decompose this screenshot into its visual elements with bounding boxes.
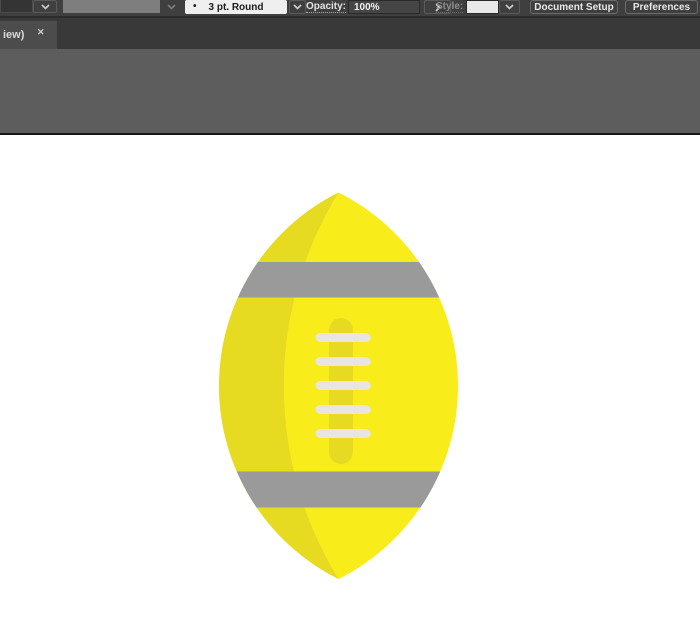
preferences-button[interactable]: Preferences	[625, 0, 698, 14]
football-lace-rung	[315, 405, 371, 414]
football-artwork[interactable]	[0, 135, 700, 634]
chevron-down-icon	[40, 3, 50, 10]
style-label[interactable]: Style:	[436, 1, 464, 13]
stroke-weight-dropdown-button[interactable]	[33, 0, 57, 13]
football-lace-rung	[315, 357, 371, 366]
pasteboard	[0, 49, 700, 133]
document-tab-bar: iew) ✕	[0, 18, 700, 49]
brush-definition-field[interactable]: • 3 pt. Round	[185, 0, 287, 14]
document-tab-label: iew)	[3, 29, 25, 41]
brush-dropdown-button[interactable]	[161, 0, 181, 13]
chevron-down-icon	[293, 4, 302, 10]
stroke-weight-field[interactable]	[0, 0, 33, 13]
style-dropdown-button[interactable]	[499, 0, 520, 14]
chevron-down-icon	[505, 4, 514, 10]
artboard-canvas[interactable]	[0, 135, 700, 634]
illustrator-window: • 3 pt. Round Opacity: Style: Document S…	[0, 0, 700, 634]
chevron-down-icon	[166, 3, 176, 10]
opacity-label[interactable]: Opacity:	[306, 1, 347, 13]
football-stripe-bottom	[218, 471, 459, 508]
variable-width-profile-dropdown[interactable]	[63, 0, 160, 13]
opacity-input[interactable]	[348, 0, 420, 14]
football-lace-rung	[315, 333, 371, 342]
style-swatch[interactable]	[466, 0, 499, 14]
document-tab[interactable]: iew) ✕	[0, 21, 57, 49]
brush-definition-dropdown-button[interactable]	[289, 0, 306, 14]
football-lace-rung	[315, 429, 371, 438]
document-setup-button[interactable]: Document Setup	[530, 0, 618, 14]
football-stripe-top	[218, 262, 459, 298]
close-icon[interactable]: ✕	[37, 27, 45, 38]
control-bar: • 3 pt. Round Opacity: Style: Document S…	[0, 0, 700, 16]
brush-definition-value: 3 pt. Round	[208, 1, 264, 13]
football-lace-rung	[315, 381, 371, 390]
brush-bullet-icon: •	[193, 1, 197, 12]
